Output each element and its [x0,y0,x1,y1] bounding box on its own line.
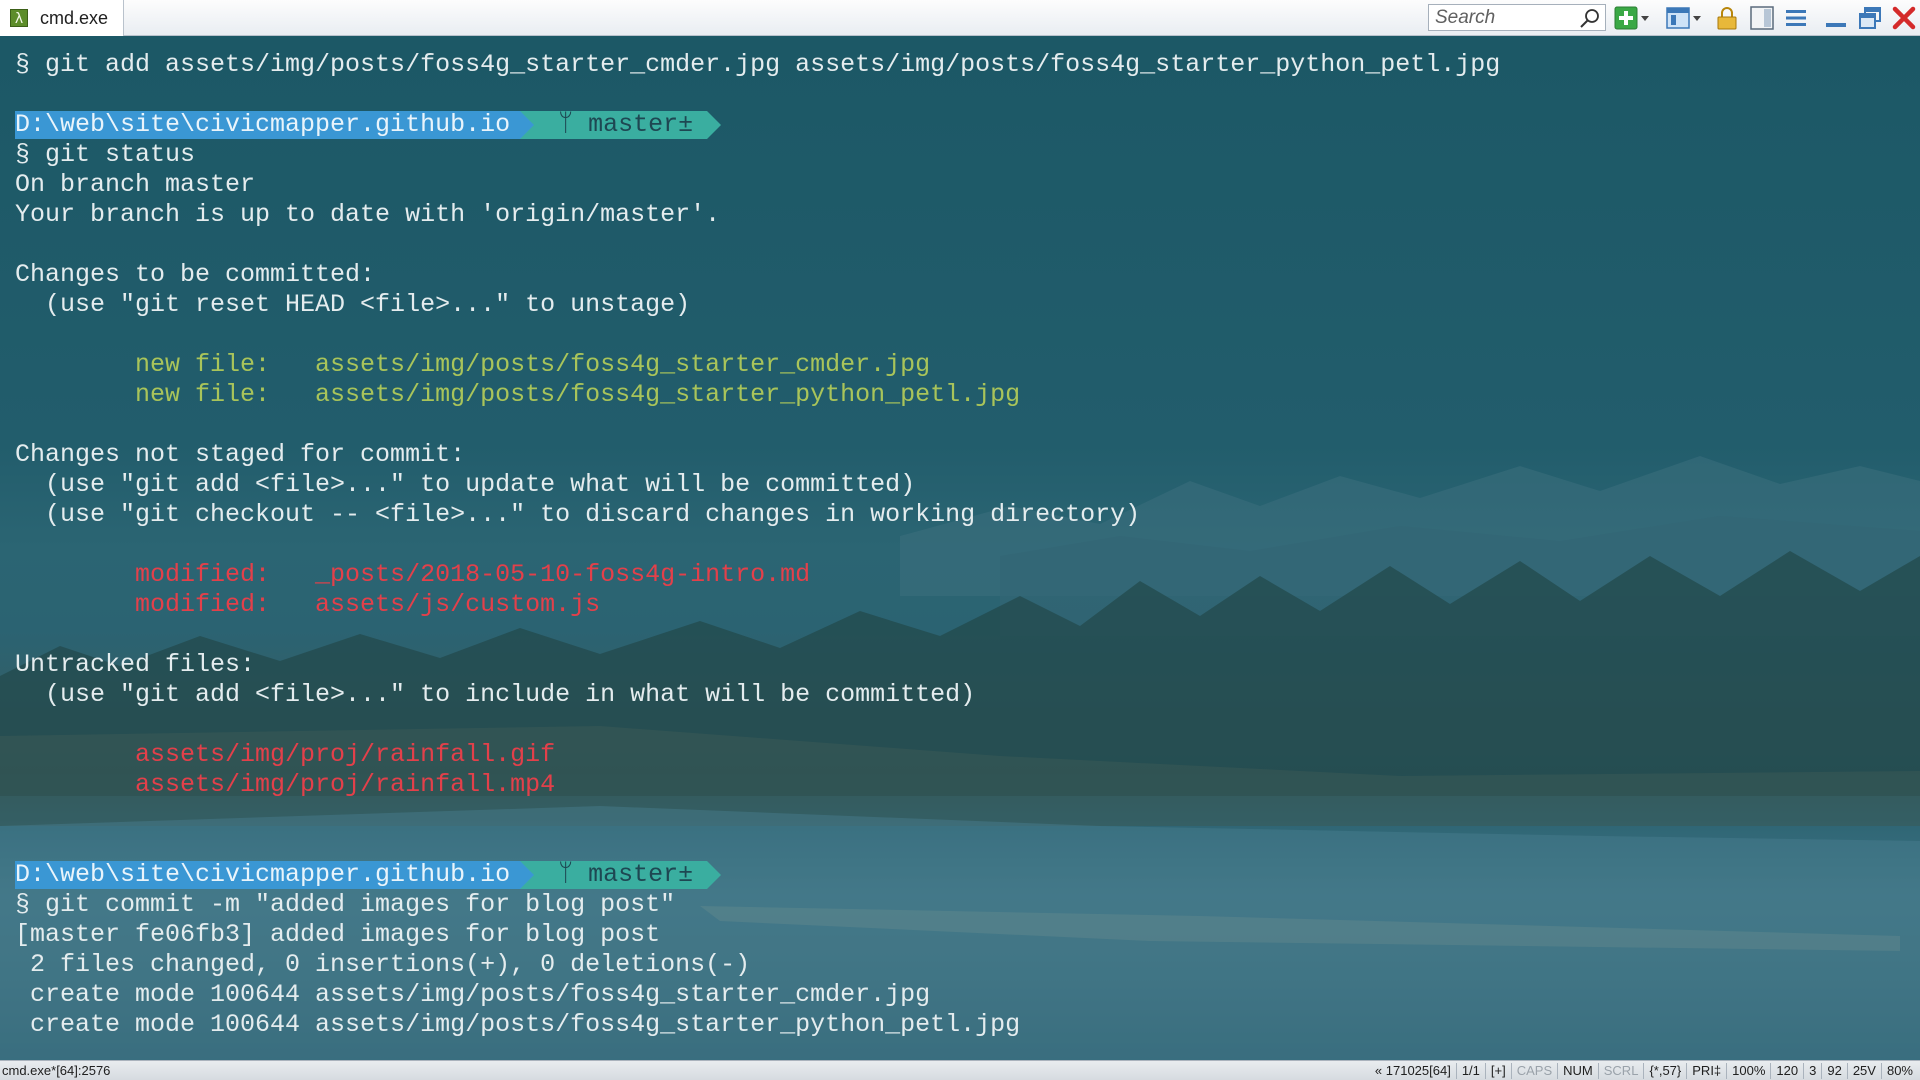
output-line: (use "git reset HEAD <file>..." to unsta… [15,290,691,319]
status-indicator[interactable]: 25V [1846,1063,1881,1079]
output-line: modified: _posts/2018-05-10-foss4g-intro… [15,560,811,589]
output-line: Changes not staged for commit: [15,440,466,469]
output-line: § git commit -m "added images for blog p… [15,890,676,919]
output-line: new file: assets/img/posts/foss4g_starte… [15,350,931,379]
dropdown-icon[interactable] [1640,13,1650,23]
new-console-button[interactable] [1614,5,1650,31]
output-line: Changes to be committed: [15,260,376,289]
prompt-separator-icon [520,111,535,139]
blank-line [15,620,1500,650]
restore-button[interactable] [1858,5,1882,31]
status-indicator[interactable]: 3 [1803,1063,1821,1079]
new-console-icon [1614,6,1638,30]
status-indicator[interactable]: SCRL [1597,1063,1644,1079]
prompt-branch: ᛘ master± [534,110,708,139]
lock-icon [1717,7,1737,30]
status-indicator[interactable]: [+] [1484,1063,1511,1079]
branch-name: master± [588,110,694,139]
output-line: (use "git add <file>..." to update what … [15,470,916,499]
lambda-icon: λ [10,9,28,27]
prompt-end-icon [707,861,722,889]
output-line: [master fe06fb3] added images for blog p… [15,920,661,949]
prompt-branch: ᛘ master± [534,860,708,889]
status-indicator[interactable]: {*,57} [1643,1063,1686,1079]
layout-button[interactable] [1750,5,1774,31]
prompt-separator-icon [520,861,535,889]
console-area[interactable]: § git add assets/img/posts/foss4g_starte… [0,36,1920,1060]
output-line: (use "git checkout -- <file>..." to disc… [15,500,1141,529]
blank-line [15,80,1500,110]
blank-line [15,800,1500,830]
prompt-line: D:\web\site\civicmapper.github.io ᛘ maste… [15,860,1500,890]
blank-line [15,830,1500,860]
status-indicator[interactable]: 1/1 [1455,1063,1485,1079]
tab-cmd[interactable]: λ cmd.exe [0,0,124,36]
prompt-end-icon [707,111,722,139]
menu-icon [1786,10,1806,26]
close-icon [1892,6,1916,30]
status-process: cmd.exe*[64]:2576 [2,1063,111,1078]
status-indicators: « 171025[64] 1/1 [+] CAPS NUM SCRL {*,57} PRI‡ 1… [1370,1063,1918,1079]
prompt-path: D:\web\site\civicmapper.github.io [15,861,521,889]
blank-line [15,410,1500,440]
output-line: On branch master [15,170,256,199]
output-line: create mode 100644 assets/img/posts/foss… [15,1010,1021,1039]
title-bar: λ cmd.exe [0,0,1920,36]
status-indicator[interactable]: CAPS [1510,1063,1557,1079]
tab-label: cmd.exe [40,7,109,28]
prompt-path: D:\web\site\civicmapper.github.io [15,111,521,139]
menu-button[interactable] [1784,5,1808,31]
output-line: new file: assets/img/posts/foss4g_starte… [15,380,1021,409]
output-line: Your branch is up to date with 'origin/m… [15,200,721,229]
output-line: create mode 100644 assets/img/posts/foss… [15,980,931,1009]
close-button[interactable] [1892,5,1916,31]
dropdown-icon[interactable] [1692,13,1702,23]
output-line: assets/img/proj/rainfall.gif [15,740,556,769]
search-input[interactable] [1433,6,1577,29]
split-view-button[interactable] [1666,5,1702,31]
restore-icon [1859,7,1881,29]
status-indicator[interactable]: NUM [1557,1063,1598,1079]
search-icon[interactable] [1579,7,1601,29]
output-line: 2 files changed, 0 insertions(+), 0 dele… [15,950,751,979]
status-indicator[interactable]: 80% [1880,1063,1918,1079]
minimize-icon [1826,23,1846,27]
status-indicator[interactable]: 92 [1821,1063,1846,1079]
output-line: (use "git add <file>..." to include in w… [15,680,976,709]
output-line: § git add assets/img/posts/foss4g_starte… [15,50,1501,79]
output-line: Untracked files: [15,650,256,679]
status-indicator[interactable]: « 171025[64] [1370,1063,1456,1079]
output-line: § git status [15,140,196,169]
branch-icon: ᛘ [558,860,589,889]
blank-line [15,230,1500,260]
blank-line [15,710,1500,740]
output-line: modified: assets/js/custom.js [15,590,601,619]
minimize-button[interactable] [1824,5,1848,31]
status-indicator[interactable]: 120 [1770,1063,1803,1079]
search-box[interactable] [1428,4,1606,31]
lock-button[interactable] [1716,5,1738,31]
branch-icon: ᛘ [558,110,589,139]
status-bar: cmd.exe*[64]:2576 « 171025[64] 1/1 [+] CAPS… [0,1060,1920,1080]
blank-line [15,530,1500,560]
layout-icon [1750,6,1774,30]
blank-line [15,320,1500,350]
console-output: § git add assets/img/posts/foss4g_starte… [15,50,1500,1040]
output-line: assets/img/proj/rainfall.mp4 [15,770,556,799]
status-indicator[interactable]: PRI‡ [1686,1063,1726,1079]
split-view-icon [1666,7,1690,29]
status-indicator[interactable]: 100% [1726,1063,1770,1079]
prompt-line: D:\web\site\civicmapper.github.io ᛘ maste… [15,110,1500,140]
branch-name: master± [588,860,694,889]
